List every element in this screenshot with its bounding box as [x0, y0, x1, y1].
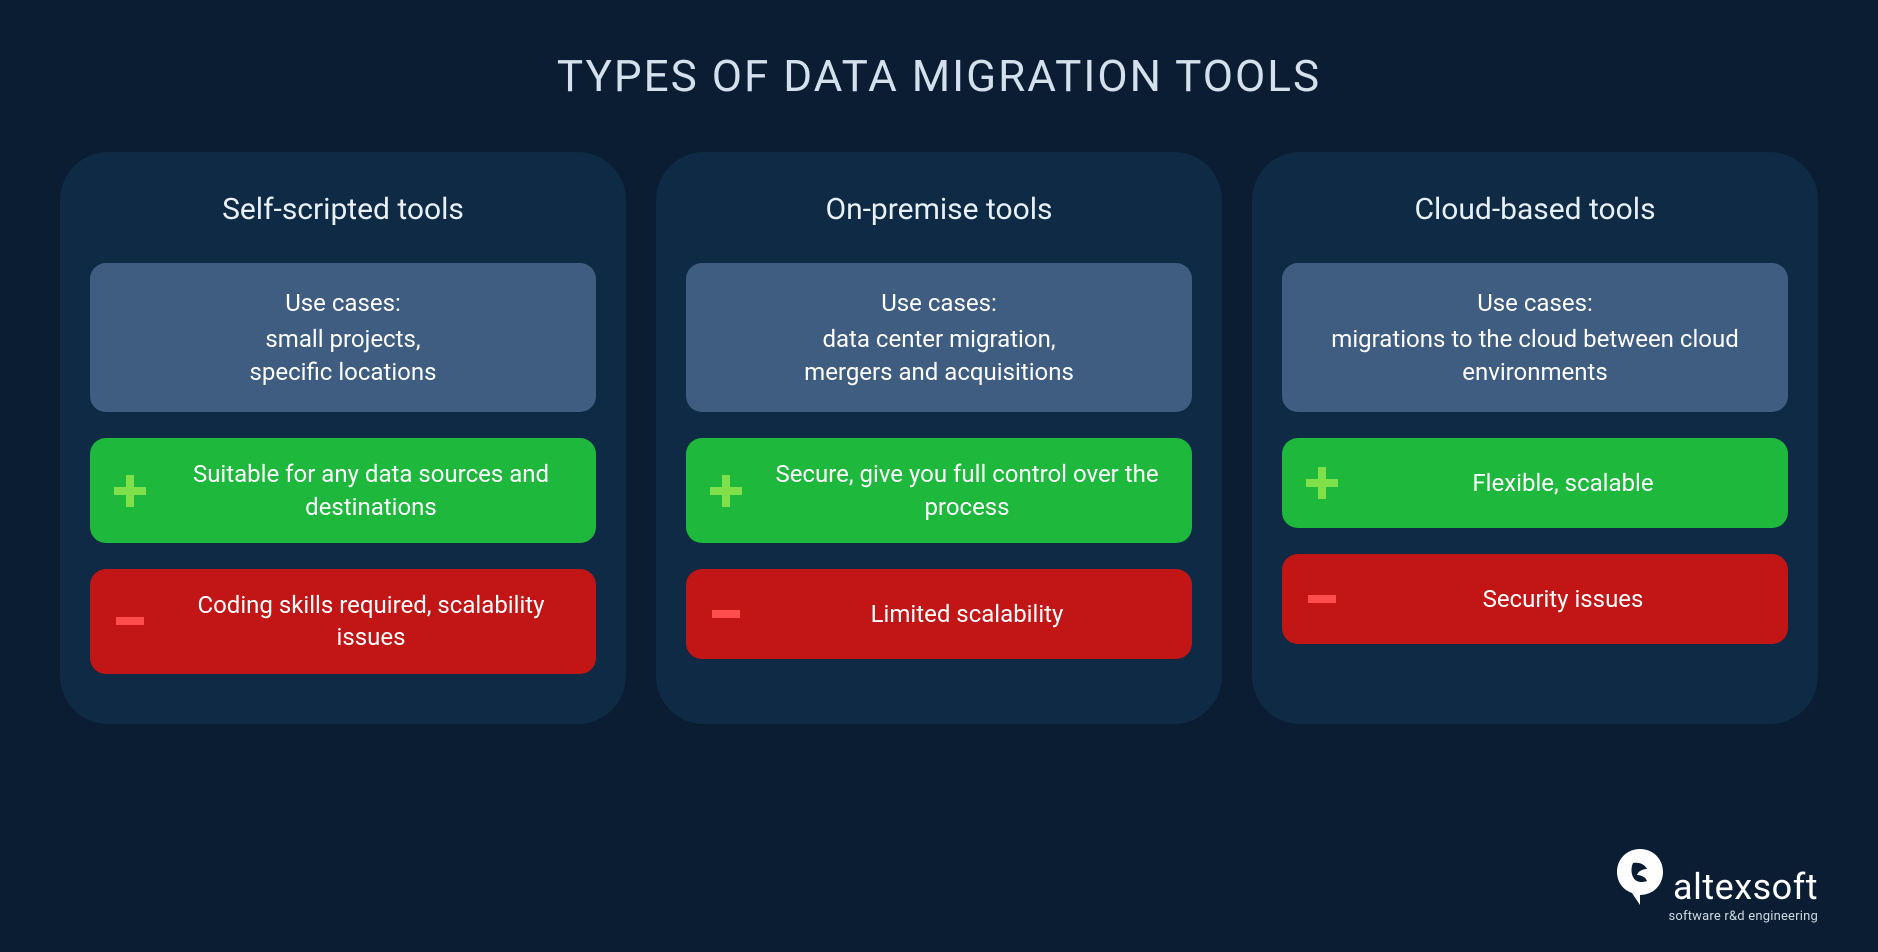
- plus-icon: [110, 471, 150, 511]
- plus-icon: [706, 471, 746, 511]
- cards-row: Self-scripted tools Use cases: small pro…: [60, 152, 1818, 724]
- pro-box: Flexible, scalable: [1282, 438, 1788, 528]
- usecase-label: Use cases:: [881, 287, 997, 319]
- usecase-text: migrations to the cloud between cloud en…: [1302, 323, 1768, 388]
- pro-text: Secure, give you full control over the p…: [762, 458, 1172, 523]
- card-cloud-based: Cloud-based tools Use cases: migrations …: [1252, 152, 1818, 724]
- con-box: Limited scalability: [686, 569, 1192, 659]
- page-title: TYPES OF DATA MIGRATION TOOLS: [60, 50, 1818, 102]
- con-box: Coding skills required, scalability issu…: [90, 569, 596, 674]
- minus-icon: [706, 594, 746, 634]
- card-title: On-premise tools: [686, 192, 1192, 227]
- logo-row: altexsoft: [1613, 847, 1818, 907]
- plus-icon: [1302, 463, 1342, 503]
- con-box: Security issues: [1282, 554, 1788, 644]
- pro-text: Flexible, scalable: [1358, 467, 1768, 499]
- card-on-premise: On-premise tools Use cases: data center …: [656, 152, 1222, 724]
- con-text: Limited scalability: [762, 598, 1172, 630]
- con-text: Security issues: [1358, 583, 1768, 615]
- usecase-box: Use cases: data center migration, merger…: [686, 263, 1192, 412]
- usecase-box: Use cases: small projects, specific loca…: [90, 263, 596, 412]
- pro-box: Suitable for any data sources and destin…: [90, 438, 596, 543]
- card-title: Cloud-based tools: [1282, 192, 1788, 227]
- logo-icon: [1613, 847, 1667, 907]
- usecase-label: Use cases:: [285, 287, 401, 319]
- brand-logo: altexsoft software r&d engineering: [1613, 847, 1818, 924]
- logo-tagline: software r&d engineering: [1668, 909, 1818, 924]
- minus-icon: [110, 601, 150, 641]
- usecase-text: small projects, specific locations: [250, 323, 437, 388]
- minus-icon: [1302, 579, 1342, 619]
- pro-box: Secure, give you full control over the p…: [686, 438, 1192, 543]
- usecase-label: Use cases:: [1477, 287, 1593, 319]
- pro-text: Suitable for any data sources and destin…: [166, 458, 576, 523]
- card-self-scripted: Self-scripted tools Use cases: small pro…: [60, 152, 626, 724]
- con-text: Coding skills required, scalability issu…: [166, 589, 576, 654]
- usecase-text: data center migration, mergers and acqui…: [804, 323, 1074, 388]
- card-title: Self-scripted tools: [90, 192, 596, 227]
- usecase-box: Use cases: migrations to the cloud betwe…: [1282, 263, 1788, 412]
- logo-name: altexsoft: [1673, 869, 1818, 907]
